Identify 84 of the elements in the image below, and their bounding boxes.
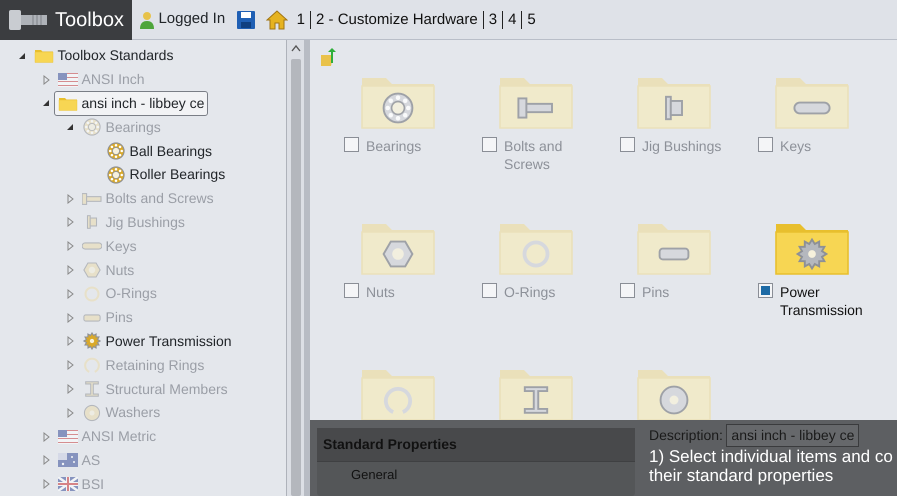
- expand-icon[interactable]: [42, 74, 50, 85]
- tree-item[interactable]: Bolts and Screws: [106, 188, 214, 210]
- collapse-icon[interactable]: [18, 52, 26, 60]
- tree-item[interactable]: Ball Bearings: [130, 140, 212, 162]
- hint-text: 1) Select individual items and co: [649, 446, 893, 466]
- step-link[interactable]: 3: [482, 10, 502, 28]
- checkbox[interactable]: [620, 283, 635, 298]
- tree-item[interactable]: Retaining Rings: [106, 354, 204, 376]
- tree-item[interactable]: Bearings: [106, 116, 161, 138]
- flag-icon: [58, 430, 78, 444]
- step-link[interactable]: 2 - Customize Hardware: [310, 10, 483, 28]
- user-icon: [138, 10, 155, 28]
- washer-icon: [82, 402, 102, 423]
- expand-icon[interactable]: [42, 479, 50, 490]
- category-label: Power Transmission: [780, 283, 864, 319]
- category-label: Jig Bushings: [642, 137, 722, 155]
- category-label: Nuts: [366, 283, 395, 301]
- tree-item[interactable]: Jig Bushings: [106, 212, 185, 233]
- checkbox[interactable]: [620, 137, 635, 152]
- category-label: O-Rings: [504, 283, 556, 301]
- category-label: Bolts and Screws: [504, 137, 564, 173]
- expand-icon[interactable]: [66, 288, 74, 299]
- checkbox[interactable]: [758, 137, 773, 152]
- expand-icon[interactable]: [66, 336, 74, 346]
- flag-icon: [58, 453, 78, 468]
- save-icon[interactable]: [236, 10, 256, 30]
- checkbox[interactable]: [482, 283, 497, 298]
- collapse-icon[interactable]: [66, 123, 74, 132]
- tree-item[interactable]: ANSI Metric: [82, 426, 156, 448]
- expand-icon[interactable]: [42, 432, 50, 442]
- category-label: Pins: [642, 283, 670, 301]
- checkbox[interactable]: [758, 283, 773, 298]
- description-label: Description:: [649, 426, 723, 445]
- tree-item[interactable]: ANSI Inch: [82, 69, 145, 90]
- ring-icon: [82, 284, 102, 304]
- description-field[interactable]: ansi inch - libbey ce: [726, 424, 860, 446]
- tree-item[interactable]: BSI: [82, 474, 104, 495]
- tree-item[interactable]: O-Rings: [106, 283, 157, 304]
- retaining-ring-icon: [82, 355, 102, 376]
- tree-item[interactable]: Roller Bearings: [130, 164, 226, 186]
- tree-item[interactable]: Keys: [106, 236, 137, 257]
- expand-icon[interactable]: [66, 217, 74, 228]
- checkbox[interactable]: [344, 283, 359, 298]
- tree-item[interactable]: Pins: [106, 307, 133, 328]
- expand-icon[interactable]: [66, 265, 74, 276]
- folder-icon: [58, 96, 78, 111]
- bearing-icon: [106, 164, 126, 185]
- expand-icon[interactable]: [66, 194, 74, 204]
- tree-item[interactable]: Power Transmission: [106, 330, 232, 352]
- collapse-icon[interactable]: [42, 99, 50, 108]
- bearing-icon: [82, 117, 102, 138]
- expand-icon[interactable]: [42, 455, 50, 466]
- tree-item[interactable]: Structural Members: [106, 378, 228, 400]
- beam-icon: [82, 379, 102, 400]
- step-link[interactable]: 1: [292, 10, 310, 28]
- tree-item[interactable]: Toolbox Standards: [58, 45, 174, 66]
- flag-icon: [58, 477, 78, 492]
- expand-icon[interactable]: [66, 384, 74, 394]
- home-icon[interactable]: [266, 10, 288, 30]
- login-status: Logged In: [158, 9, 226, 30]
- folder-icon: [34, 48, 54, 64]
- tree-item[interactable]: Washers: [106, 402, 160, 424]
- bearing-icon: [106, 141, 126, 162]
- category-label: Keys: [780, 137, 812, 155]
- checkbox[interactable]: [344, 137, 359, 152]
- expand-icon[interactable]: [66, 312, 74, 323]
- gear-icon: [82, 331, 102, 352]
- tree-item[interactable]: Nuts: [106, 260, 134, 281]
- flag-icon: [58, 72, 78, 87]
- step-link[interactable]: 5: [521, 10, 541, 28]
- property-item[interactable]: General: [317, 461, 635, 488]
- expand-icon[interactable]: [66, 408, 74, 418]
- expand-icon[interactable]: [66, 241, 74, 252]
- step-link[interactable]: 4: [502, 10, 522, 28]
- expand-icon[interactable]: [66, 360, 74, 370]
- app-title: Toolbox: [55, 8, 124, 32]
- category-label: Bearings: [366, 137, 422, 155]
- nut-icon: [82, 260, 102, 280]
- checkbox[interactable]: [482, 137, 497, 152]
- bolt-icon: [8, 8, 48, 30]
- panel-title: Standard Properties: [317, 428, 635, 461]
- tree-item[interactable]: AS: [82, 450, 100, 471]
- scroll-up-icon[interactable]: [290, 44, 301, 52]
- hint-text: their standard properties: [649, 466, 834, 484]
